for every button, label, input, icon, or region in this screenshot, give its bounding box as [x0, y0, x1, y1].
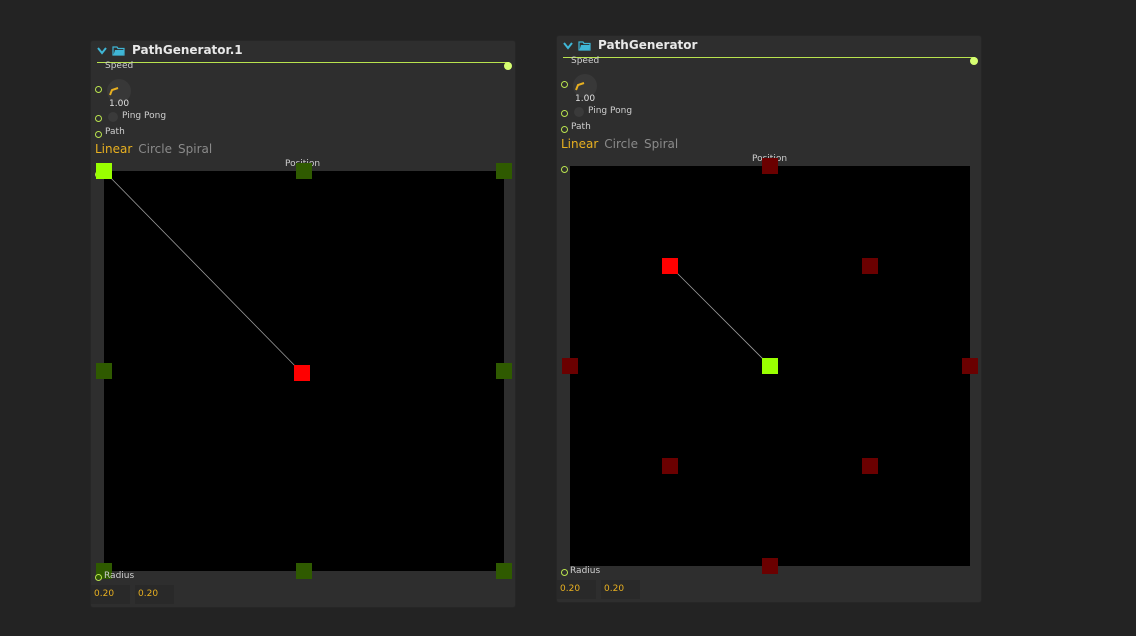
position-handle[interactable] [762, 158, 778, 174]
path-line [103, 170, 303, 374]
current-position-handle[interactable] [762, 358, 778, 374]
node-header[interactable]: PathGenerator.1 [91, 41, 515, 61]
chevron-down-icon[interactable] [97, 47, 107, 55]
path-generator-node-2[interactable]: PathGenerator Speed 1.00 Ping Pong Path … [557, 36, 981, 602]
target-position-handle[interactable] [294, 365, 310, 381]
speed-input-port[interactable] [561, 81, 568, 88]
output-port[interactable] [504, 62, 512, 70]
radius-input-port[interactable] [561, 569, 568, 576]
folder-icon[interactable] [112, 45, 125, 56]
tab-linear[interactable]: Linear [561, 137, 598, 151]
position-handle[interactable] [496, 163, 512, 179]
path-mode-tabs: Linear Circle Spiral [95, 142, 218, 156]
position-handle[interactable] [862, 258, 878, 274]
position-handle[interactable] [496, 363, 512, 379]
radius-x-field[interactable]: 0.20 [91, 585, 130, 604]
speed-input-port[interactable] [95, 86, 102, 93]
pingpong-toggle[interactable] [108, 112, 118, 122]
path-line [669, 265, 771, 367]
path-input-port[interactable] [95, 131, 102, 138]
position-handle[interactable] [296, 563, 312, 579]
pingpong-label: Ping Pong [588, 106, 633, 116]
target-position-handle[interactable] [662, 258, 678, 274]
tab-spiral[interactable]: Spiral [644, 137, 678, 151]
path-input-port[interactable] [561, 126, 568, 133]
position-handle[interactable] [496, 563, 512, 579]
radius-x-field[interactable]: 0.20 [557, 580, 596, 599]
radius-y-field[interactable]: 0.20 [601, 580, 640, 599]
radius-y-field[interactable]: 0.20 [135, 585, 174, 604]
position-pad[interactable] [562, 158, 978, 574]
tab-spiral[interactable]: Spiral [178, 142, 212, 156]
position-handle[interactable] [962, 358, 978, 374]
path-label: Path [105, 127, 125, 137]
output-port[interactable] [970, 57, 978, 65]
speed-label: Speed [571, 56, 600, 66]
path-mode-tabs: Linear Circle Spiral [561, 137, 684, 151]
tab-circle[interactable]: Circle [604, 137, 638, 151]
radius-label: Radius [570, 566, 601, 576]
current-position-handle[interactable] [96, 163, 112, 179]
pingpong-input-port[interactable] [95, 115, 102, 122]
position-input-port[interactable] [561, 166, 568, 173]
node-title: PathGenerator [598, 38, 698, 52]
path-generator-node-1[interactable]: PathGenerator.1 Speed 1.00 Ping Pong Pat… [91, 41, 515, 607]
speed-value: 1.00 [575, 94, 596, 104]
chevron-down-icon[interactable] [563, 42, 573, 50]
radius-label: Radius [104, 571, 135, 581]
tab-circle[interactable]: Circle [138, 142, 172, 156]
position-handle[interactable] [662, 458, 678, 474]
position-pad[interactable] [96, 163, 512, 579]
speed-value: 1.00 [109, 99, 130, 109]
speed-label: Speed [105, 61, 134, 71]
node-header[interactable]: PathGenerator [557, 36, 981, 56]
path-label: Path [571, 122, 591, 132]
position-handle[interactable] [862, 458, 878, 474]
pingpong-label: Ping Pong [122, 111, 167, 121]
tab-linear[interactable]: Linear [95, 142, 132, 156]
header-divider [563, 57, 975, 58]
folder-icon[interactable] [578, 40, 591, 51]
position-handle[interactable] [762, 558, 778, 574]
position-pad-canvas[interactable] [562, 158, 978, 574]
pingpong-input-port[interactable] [561, 110, 568, 117]
radius-input-port[interactable] [95, 574, 102, 581]
position-handle[interactable] [562, 358, 578, 374]
pingpong-toggle[interactable] [574, 107, 584, 117]
position-pad-canvas[interactable] [96, 163, 512, 579]
node-title: PathGenerator.1 [132, 43, 243, 57]
header-divider [97, 62, 509, 63]
position-handle[interactable] [96, 363, 112, 379]
position-handle[interactable] [296, 163, 312, 179]
